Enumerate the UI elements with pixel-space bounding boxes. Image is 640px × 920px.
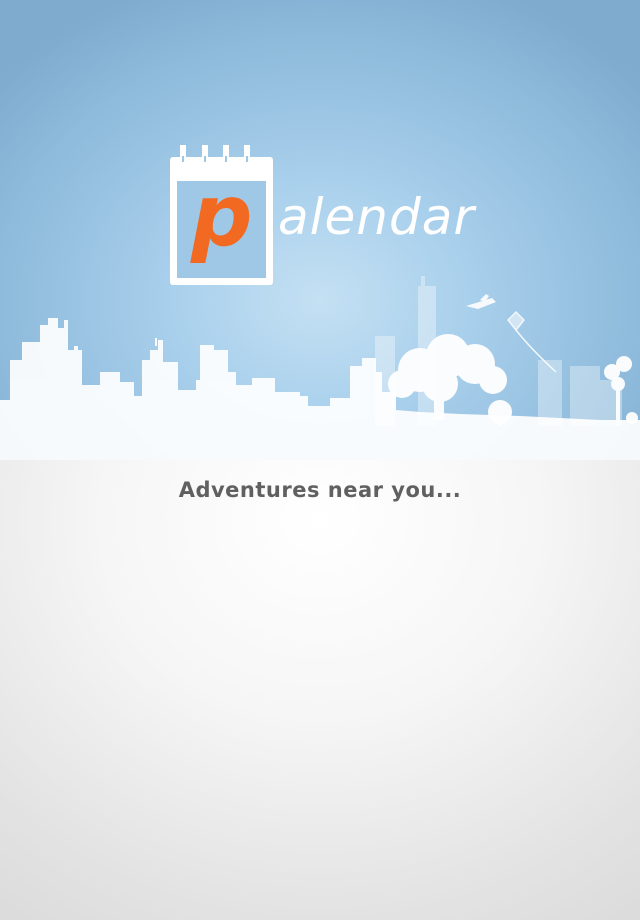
splash-screen: p alendar Adventures near you...: [0, 0, 640, 920]
logo-letter-p: p: [190, 166, 253, 266]
app-logo: p alendar: [160, 140, 490, 290]
logo-wordmark: alendar: [278, 188, 475, 246]
tagline-text: Adventures near you...: [178, 478, 462, 502]
calendar-icon: p: [170, 145, 273, 285]
airplane-icon: [466, 294, 496, 309]
